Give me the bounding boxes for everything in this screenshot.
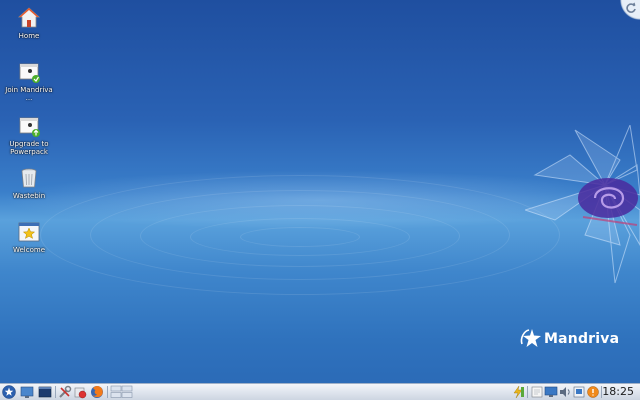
taskbar-separator <box>107 386 108 398</box>
terminal-icon <box>38 386 52 398</box>
desktop-icon-label: Upgrade to Powerpack <box>9 140 49 156</box>
network-icon <box>513 385 524 399</box>
home-folder-icon <box>17 7 41 28</box>
trash-icon <box>21 168 37 188</box>
desktop-icon-label: Home <box>18 32 40 40</box>
water-ripple <box>240 227 360 247</box>
mandriva-star-icon <box>520 329 541 347</box>
terminal-button[interactable] <box>38 385 52 399</box>
upgrade-document-icon <box>19 117 40 137</box>
pager-icon <box>110 385 133 398</box>
volume-icon <box>560 387 570 397</box>
software-manager-button[interactable] <box>73 385 87 399</box>
desktop-icon-label: Join Mandriva ... <box>5 86 53 102</box>
desktop-icon-welcome[interactable]: Welcome <box>4 220 54 254</box>
mandriva-flower-artwork <box>525 125 640 284</box>
start-menu-button[interactable] <box>2 385 16 399</box>
updates-button[interactable] <box>586 385 600 399</box>
clock[interactable]: 18:25 <box>602 385 634 399</box>
taskbar-separator <box>55 386 56 398</box>
desktop-icon-label: Welcome <box>12 246 46 254</box>
brand-name: Mandriva <box>544 331 620 347</box>
join-document-icon <box>19 63 40 83</box>
show-desktop-button[interactable] <box>20 385 34 399</box>
desktop-toolbox-button[interactable] <box>614 0 640 20</box>
system-settings-icon <box>59 385 72 398</box>
volume-button[interactable] <box>558 385 572 399</box>
desktop-icon-upgrade-powerpack[interactable]: Upgrade to Powerpack <box>4 114 54 156</box>
display-icon <box>544 386 558 397</box>
display-button[interactable] <box>544 385 558 399</box>
desktop-background[interactable]: Home Join Mandriva ... Upgrade to Powerp… <box>0 0 640 383</box>
desktop-pager[interactable] <box>110 385 134 399</box>
start-menu-icon <box>2 385 16 399</box>
welcome-star-icon <box>18 222 40 242</box>
notes-button[interactable] <box>530 385 544 399</box>
refresh-icon <box>626 2 636 13</box>
notes-icon <box>531 386 543 398</box>
software-manager-icon <box>74 387 87 399</box>
taskbar-separator <box>527 386 528 398</box>
desktop-icon-home[interactable]: Home <box>4 6 54 40</box>
clipboard-icon <box>573 386 585 398</box>
taskbar: 18:25 <box>0 383 640 400</box>
firefox-button[interactable] <box>90 385 104 399</box>
clipboard-button[interactable] <box>572 385 586 399</box>
updates-icon <box>587 386 599 398</box>
mandriva-logo: Mandriva <box>518 326 628 350</box>
desktop-icon-wastebin[interactable]: Wastebin <box>4 166 54 200</box>
system-settings-button[interactable] <box>58 385 72 399</box>
show-desktop-icon <box>20 386 34 398</box>
firefox-icon <box>91 386 103 398</box>
desktop-icon-label: Wastebin <box>12 192 46 200</box>
desktop-icon-join-mandriva[interactable]: Join Mandriva ... <box>4 60 54 102</box>
network-status-button[interactable] <box>511 385 525 399</box>
